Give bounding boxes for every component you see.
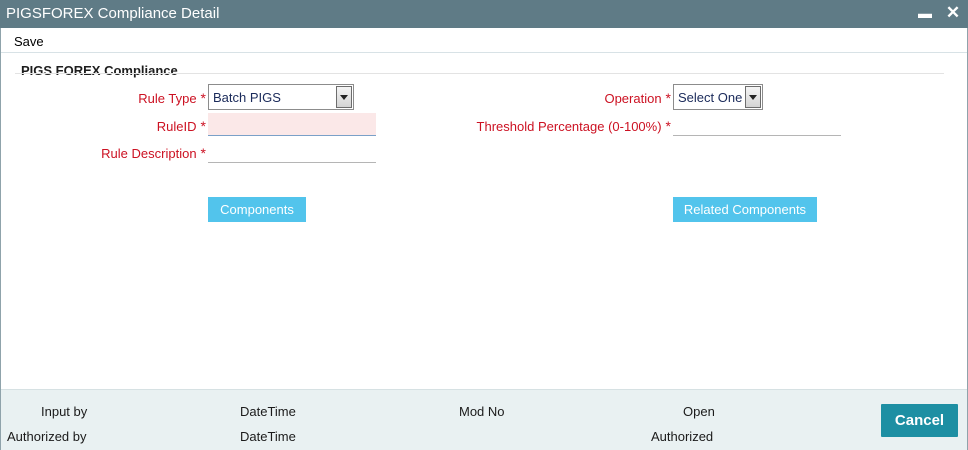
rule-type-label-text: Rule Type [138,91,197,106]
open-status-label: Open [683,404,715,419]
input-datetime-label: DateTime [240,404,296,419]
minimize-icon[interactable]: ▬ [914,2,936,24]
mod-no-label: Mod No [459,404,505,419]
authorized-status-label: Authorized [651,429,714,444]
rule-description-label-text: Rule Description [101,146,197,161]
rule-id-input[interactable] [208,113,376,136]
toolbar: Save [1,28,967,53]
components-button[interactable]: Components [208,197,306,222]
section-title: PIGS FOREX Compliance [21,63,178,78]
rule-type-label: Rule Type * [61,90,206,106]
input-by-label: Input by [41,404,88,419]
dialog-window: Save PIGS FOREX Compliance Rule Type * Ba… [0,28,968,450]
close-icon[interactable]: ✕ [942,2,964,24]
required-asterisk: * [200,118,206,134]
window-title: PIGSFOREX Compliance Detail [6,5,220,22]
audit-footer: Input by Authorized by DateTime DateTime… [1,389,967,450]
dropdown-arrow-icon[interactable] [336,86,352,108]
operation-select[interactable]: Select One [673,84,763,110]
authorized-by-label: Authorized by [7,429,87,444]
rule-type-value: Batch PIGS [213,90,281,105]
threshold-label: Threshold Percentage (0-100%) * [431,118,671,134]
rule-description-input[interactable] [208,140,376,163]
threshold-input[interactable] [673,113,841,136]
required-asterisk: * [665,90,671,106]
required-asterisk: * [665,118,671,134]
cancel-button[interactable]: Cancel [881,404,958,437]
operation-value: Select One [678,90,743,105]
threshold-label-text: Threshold Percentage (0-100%) [476,119,662,134]
operation-label-text: Operation [604,91,662,106]
title-bar: PIGSFOREX Compliance Detail ▬ ✕ [0,0,968,28]
dropdown-arrow-icon[interactable] [745,86,761,108]
save-button[interactable]: Save [14,34,44,49]
rule-id-label-text: RuleID [156,119,197,134]
operation-label: Operation * [471,90,671,106]
authorized-datetime-label: DateTime [240,429,296,444]
rule-description-label: Rule Description * [61,145,206,161]
section-divider [15,73,944,74]
required-asterisk: * [200,90,206,106]
required-asterisk: * [200,145,206,161]
rule-type-select[interactable]: Batch PIGS [208,84,354,110]
rule-id-label: RuleID * [61,118,206,134]
related-components-button[interactable]: Related Components [673,197,817,222]
